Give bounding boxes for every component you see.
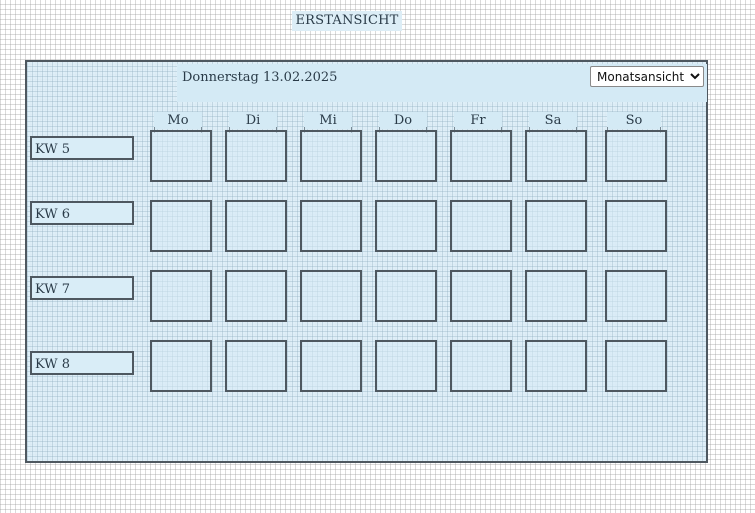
weekday-header-do: Do: [379, 112, 427, 133]
day-cell-kw8-do[interactable]: [375, 340, 437, 392]
day-cell-kw5-so[interactable]: [605, 130, 667, 182]
week-label-kw7: KW 7: [30, 276, 134, 300]
day-cell-kw5-sa[interactable]: [525, 130, 587, 182]
day-cell-kw6-mi[interactable]: [300, 200, 362, 252]
day-cell-kw6-sa[interactable]: [525, 200, 587, 252]
week-label-kw5: KW 5: [30, 136, 134, 160]
day-cell-kw7-sa[interactable]: [525, 270, 587, 322]
day-cell-kw5-do[interactable]: [375, 130, 437, 182]
weekday-header-so: So: [607, 112, 661, 133]
day-cell-kw5-fr[interactable]: [450, 130, 512, 182]
calendar-panel: Donnerstag 13.02.2025 Monatsansicht Mo D…: [25, 60, 708, 463]
day-cell-kw6-do[interactable]: [375, 200, 437, 252]
week-label-kw8: KW 8: [30, 351, 134, 375]
day-cell-kw8-mi[interactable]: [300, 340, 362, 392]
weekday-header-mo: Mo: [154, 112, 202, 133]
day-cell-kw6-fr[interactable]: [450, 200, 512, 252]
day-cell-kw6-so[interactable]: [605, 200, 667, 252]
day-cell-kw7-do[interactable]: [375, 270, 437, 322]
day-cell-kw8-mo[interactable]: [150, 340, 212, 392]
weekday-header-fr: Fr: [454, 112, 502, 133]
day-cell-kw7-fr[interactable]: [450, 270, 512, 322]
day-cell-kw8-sa[interactable]: [525, 340, 587, 392]
weekday-header-di: Di: [229, 112, 277, 133]
weekday-header-mi: Mi: [304, 112, 352, 133]
page-title: ERSTANSICHT: [292, 11, 402, 31]
week-label-kw6: KW 6: [30, 201, 134, 225]
day-cell-kw8-so[interactable]: [605, 340, 667, 392]
current-date-label: Donnerstag 13.02.2025: [182, 70, 338, 85]
day-cell-kw6-mo[interactable]: [150, 200, 212, 252]
view-mode-select[interactable]: Monatsansicht: [590, 66, 704, 87]
day-cell-kw5-di[interactable]: [225, 130, 287, 182]
day-cell-kw5-mo[interactable]: [150, 130, 212, 182]
day-cell-kw7-so[interactable]: [605, 270, 667, 322]
day-cell-kw7-mi[interactable]: [300, 270, 362, 322]
day-cell-kw8-di[interactable]: [225, 340, 287, 392]
day-cell-kw8-fr[interactable]: [450, 340, 512, 392]
weekday-header-sa: Sa: [529, 112, 577, 133]
day-cell-kw5-mi[interactable]: [300, 130, 362, 182]
day-cell-kw7-di[interactable]: [225, 270, 287, 322]
day-cell-kw6-di[interactable]: [225, 200, 287, 252]
day-cell-kw7-mo[interactable]: [150, 270, 212, 322]
